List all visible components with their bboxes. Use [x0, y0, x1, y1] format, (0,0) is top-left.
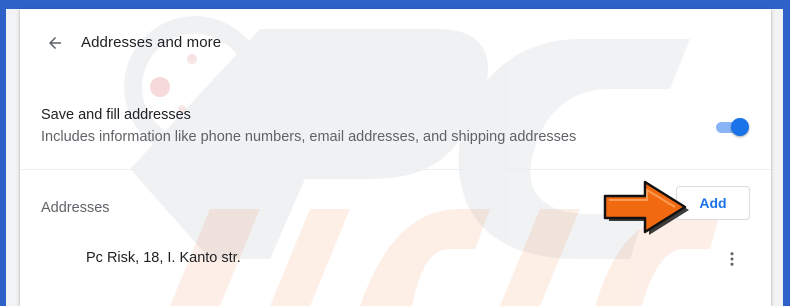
save-fill-addresses-toggle[interactable]	[714, 117, 750, 137]
more-vert-icon	[730, 252, 734, 266]
address-list-item: Pc Risk, 18, I. Kanto str.	[20, 238, 771, 282]
arrow-back-icon	[49, 37, 61, 49]
settings-frame: Addresses and more Save and fill address…	[6, 9, 783, 306]
save-fill-addresses-label: Save and fill addresses	[41, 107, 191, 123]
more-actions-button[interactable]	[720, 247, 744, 271]
divider	[20, 169, 771, 170]
back-button[interactable]	[42, 30, 68, 56]
add-address-button[interactable]: Add	[676, 186, 750, 220]
addresses-section-title: Addresses	[41, 200, 110, 216]
save-fill-addresses-description: Includes information like phone numbers,…	[41, 129, 577, 145]
toggle-knob	[731, 118, 749, 136]
page-title: Addresses and more	[81, 34, 222, 51]
address-entry: Pc Risk, 18, I. Kanto str.	[86, 250, 241, 266]
settings-card: Addresses and more Save and fill address…	[20, 9, 771, 306]
